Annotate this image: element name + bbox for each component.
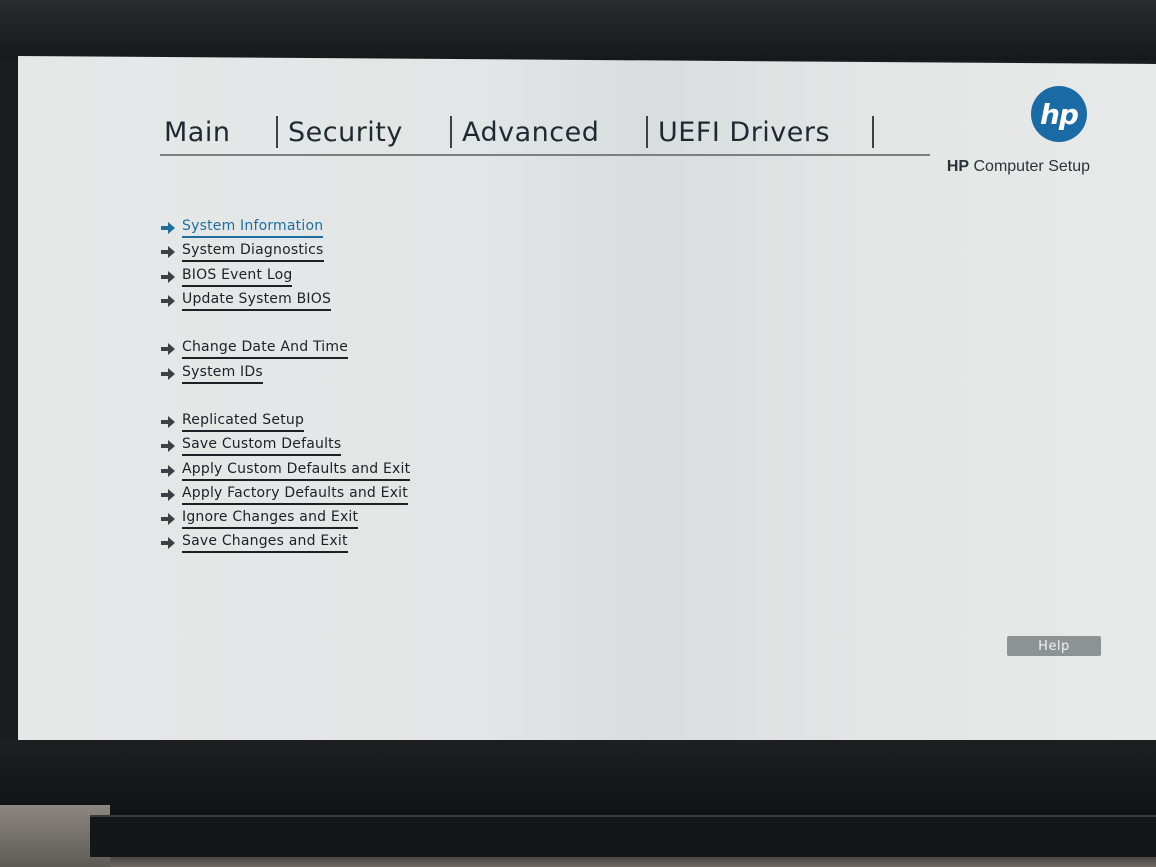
tab-security[interactable]: Security xyxy=(284,117,450,154)
menu-item-label: System Diagnostics xyxy=(182,242,324,263)
menu-spacer xyxy=(160,386,580,410)
menu-item-save-custom-defaults[interactable]: Save Custom Defaults xyxy=(160,434,580,458)
menu-item-change-date-and-time[interactable]: Change Date And Time xyxy=(160,337,580,361)
arrow-right-icon xyxy=(161,488,175,501)
menu-item-label: Change Date And Time xyxy=(182,339,349,360)
menu-item-replicated-setup[interactable]: Replicated Setup xyxy=(160,410,580,434)
hp-logo-text: hp xyxy=(1040,97,1079,131)
menu-item-label: Save Custom Defaults xyxy=(182,436,342,457)
tab-separator xyxy=(646,116,648,148)
menu-item-label: System Information xyxy=(182,218,324,239)
product-name-bold: HP xyxy=(946,158,970,175)
arrow-right-icon xyxy=(161,415,175,428)
tab-separator xyxy=(450,116,452,148)
arrow-right-icon xyxy=(161,295,175,308)
product-name: HP Computer Setup xyxy=(900,158,1090,176)
tab-separator xyxy=(872,116,874,148)
menu-group-defaults: Replicated Setup Save Custom Defaults Appl… xyxy=(160,410,580,556)
menu-item-apply-custom-defaults-and-exit[interactable]: Apply Custom Defaults and Exit xyxy=(160,458,580,482)
arrow-right-icon xyxy=(161,537,175,550)
tab-advanced[interactable]: Advanced xyxy=(458,117,646,154)
tab-bar: Main Security Advanced UEFI Drivers xyxy=(160,112,930,156)
menu-item-label: Apply Factory Defaults and Exit xyxy=(182,485,408,505)
menu-group-system: System Information System Diagnostics BIOS… xyxy=(160,216,580,313)
menu-item-system-information[interactable]: System Information xyxy=(160,216,580,240)
menu-item-label: Update System BIOS xyxy=(182,291,332,312)
menu-item-save-changes-and-exit[interactable]: Save Changes and Exit xyxy=(160,531,580,555)
product-name-rest: Computer Setup xyxy=(969,158,1090,175)
arrow-right-icon xyxy=(161,343,175,356)
menu-item-system-ids[interactable]: System IDs xyxy=(160,361,580,385)
monitor-bezel-top xyxy=(0,0,1156,60)
arrow-right-icon xyxy=(161,464,175,477)
tab-separator xyxy=(276,116,278,148)
arrow-right-icon xyxy=(161,440,175,453)
arrow-right-icon xyxy=(161,367,175,380)
menu-group-date: Change Date And Time System IDs xyxy=(160,337,580,386)
menu-item-label: System IDs xyxy=(182,364,263,384)
menu-item-label: BIOS Event Log xyxy=(182,267,293,287)
hp-logo: hp xyxy=(1031,86,1087,142)
menu-item-label: Apply Custom Defaults and Exit xyxy=(182,461,411,481)
tab-main[interactable]: Main xyxy=(160,117,276,154)
help-button[interactable]: Help xyxy=(1007,636,1101,656)
laptop-hinge xyxy=(90,815,1156,857)
arrow-right-icon xyxy=(161,246,175,259)
tab-uefi-drivers[interactable]: UEFI Drivers xyxy=(654,117,872,154)
menu-item-bios-event-log[interactable]: BIOS Event Log xyxy=(160,265,580,289)
arrow-right-icon xyxy=(161,270,175,283)
menu-item-label: Save Changes and Exit xyxy=(182,533,348,554)
menu-item-ignore-changes-and-exit[interactable]: Ignore Changes and Exit xyxy=(160,507,580,531)
arrow-right-icon xyxy=(161,513,175,526)
arrow-right-icon xyxy=(161,222,175,235)
main-menu: System Information System Diagnostics BIOS… xyxy=(160,216,580,556)
menu-item-update-system-bios[interactable]: Update System BIOS xyxy=(160,289,580,313)
menu-spacer xyxy=(160,313,580,337)
menu-item-apply-factory-defaults-and-exit[interactable]: Apply Factory Defaults and Exit xyxy=(160,483,580,507)
menu-item-label: Replicated Setup xyxy=(182,412,305,432)
menu-item-system-diagnostics[interactable]: System Diagnostics xyxy=(160,240,580,264)
menu-item-label: Ignore Changes and Exit xyxy=(182,509,359,530)
